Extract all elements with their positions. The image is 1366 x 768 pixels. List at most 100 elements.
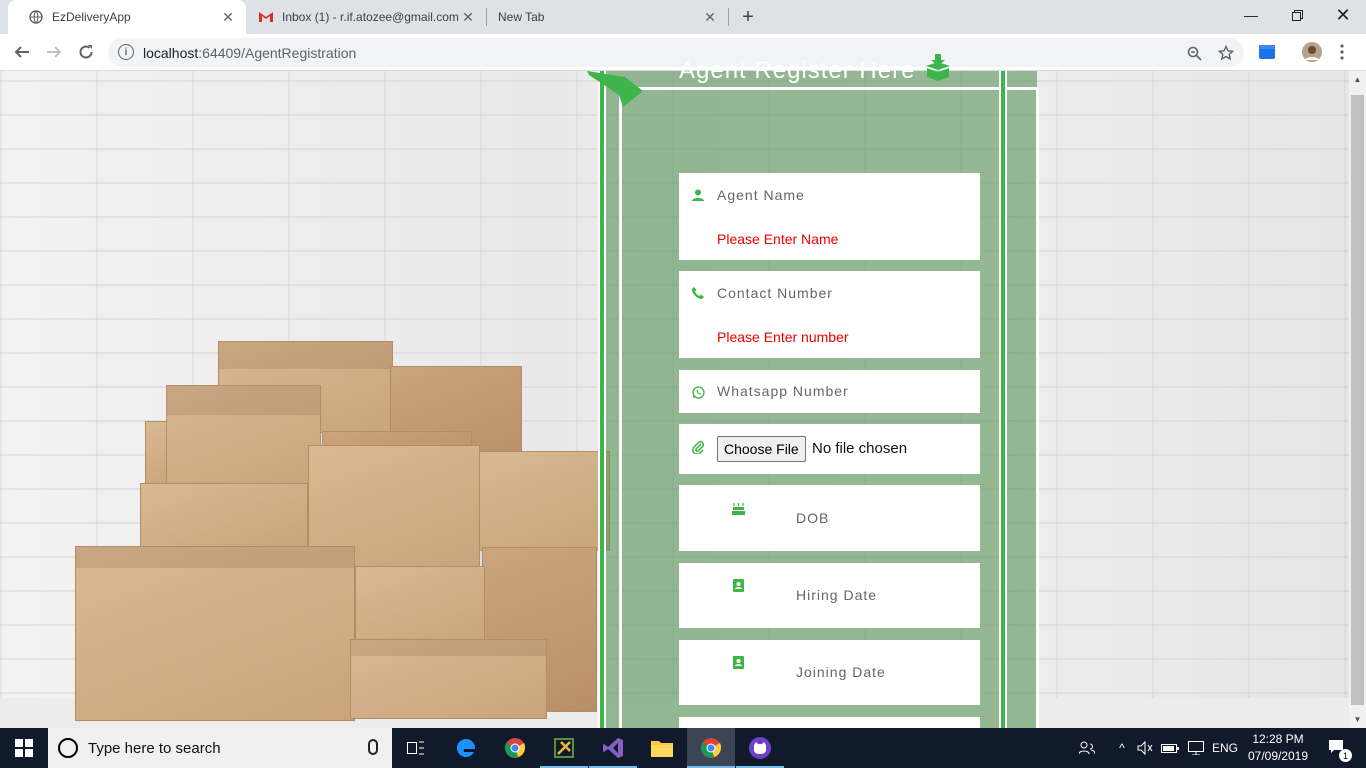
scrollbar-thumb[interactable]	[1351, 95, 1364, 705]
agent-name-field[interactable]: Agent Name Please Enter Name	[679, 173, 980, 260]
dob-field[interactable]: DOB	[679, 485, 980, 551]
bookmark-star-icon[interactable]	[1214, 41, 1238, 65]
tab-title: EzDeliveryApp	[52, 10, 131, 24]
file-status-text: No file chosen	[812, 440, 908, 457]
address-bar[interactable]: i localhost:64409/AgentRegistration	[108, 38, 1244, 67]
people-icon[interactable]	[1074, 728, 1100, 768]
tab-gmail-inbox[interactable]: Inbox (1) - r.if.atozee@gmail.com ✕	[246, 0, 486, 34]
paperclip-icon	[691, 440, 705, 454]
windows-logo-icon	[15, 739, 33, 757]
notification-count-badge: 1	[1339, 749, 1352, 762]
close-window-button[interactable]: ✕	[1320, 0, 1366, 30]
choose-file-button[interactable]: Choose File	[717, 436, 806, 462]
clock-time: 12:28 PM	[1252, 732, 1304, 746]
agent-name-placeholder: Agent Name	[717, 187, 805, 203]
whatsapp-number-field[interactable]: Whatsapp Number	[679, 370, 980, 413]
taskbar-tools-app[interactable]	[540, 728, 588, 768]
task-view-icon	[407, 741, 424, 755]
contact-number-error: Please Enter number	[717, 329, 849, 345]
profile-avatar[interactable]	[1300, 40, 1324, 64]
language-indicator[interactable]: ENG	[1210, 728, 1240, 768]
joining-date-placeholder: Joining Date	[796, 664, 886, 680]
hiring-date-placeholder: Hiring Date	[796, 587, 878, 603]
close-tab-icon[interactable]: ✕	[702, 9, 718, 25]
globe-icon	[28, 9, 44, 25]
url-path: :64409/AgentRegistration	[198, 45, 357, 61]
form-title: Agent Register Here	[679, 56, 916, 84]
agent-name-error: Please Enter Name	[717, 231, 839, 247]
folder-icon	[651, 741, 673, 757]
chevron-up-icon[interactable]: ^	[1112, 728, 1132, 768]
next-field-partial[interactable]	[679, 717, 980, 728]
windows-taskbar: Type here to search ^ ENG 12:28 PM 07/09…	[0, 728, 1366, 768]
whatsapp-icon	[691, 385, 705, 399]
zoom-icon[interactable]	[1182, 41, 1206, 65]
url-host: localhost	[143, 45, 199, 61]
taskbar-search-box[interactable]: Type here to search	[48, 728, 392, 768]
contact-number-placeholder: Contact Number	[717, 285, 833, 301]
tab-ezdeliveryapp[interactable]: EzDeliveryApp ✕	[8, 0, 246, 34]
whatsapp-number-placeholder: Whatsapp Number	[717, 383, 849, 399]
edge-icon	[456, 738, 476, 757]
forward-button[interactable]	[42, 40, 66, 64]
reload-button[interactable]	[74, 40, 98, 64]
taskbar-visual-studio[interactable]	[589, 728, 637, 768]
tab-strip: EzDeliveryApp ✕ Inbox (1) - r.if.atozee@…	[0, 0, 1366, 34]
scroll-down-arrow-icon[interactable]: ▼	[1352, 714, 1363, 725]
search-placeholder: Type here to search	[88, 740, 221, 757]
close-tab-icon[interactable]: ✕	[220, 9, 236, 25]
dob-placeholder: DOB	[796, 510, 830, 526]
info-icon[interactable]: i	[118, 44, 134, 60]
start-button[interactable]	[0, 728, 48, 768]
ribbon-flag-icon	[587, 71, 643, 107]
visual-studio-icon	[603, 738, 623, 758]
contact-card-icon	[731, 578, 745, 592]
panel-left-border	[598, 71, 606, 728]
birthday-cake-icon	[731, 501, 745, 515]
extension-icon[interactable]	[1255, 40, 1279, 64]
battery-icon[interactable]	[1158, 728, 1182, 768]
panel-right-border	[999, 71, 1007, 728]
url-text: localhost:64409/AgentRegistration	[143, 45, 356, 61]
page-scrollbar[interactable]: ▲ ▼	[1349, 71, 1366, 728]
open-box-icon	[925, 52, 951, 89]
taskbar-chrome[interactable]	[491, 728, 539, 768]
form-heading: Agent Register Here	[679, 52, 951, 89]
network-icon[interactable]	[1184, 728, 1208, 768]
file-upload-field[interactable]: Choose File No file chosen	[679, 424, 980, 474]
tab-title: New Tab	[498, 10, 545, 24]
chrome-icon	[700, 738, 722, 758]
back-button[interactable]	[10, 40, 34, 64]
taskbar-github-desktop[interactable]	[736, 728, 784, 768]
phone-icon	[691, 286, 705, 300]
gmail-icon	[258, 9, 274, 25]
tab-separator	[728, 8, 729, 26]
scroll-up-arrow-icon[interactable]: ▲	[1352, 74, 1363, 85]
action-center-button[interactable]: 1	[1318, 728, 1358, 768]
clock-date: 07/09/2019	[1247, 749, 1309, 763]
hiring-date-field[interactable]: Hiring Date	[679, 563, 980, 628]
cortana-icon	[58, 738, 78, 758]
taskbar-file-explorer[interactable]	[638, 728, 686, 768]
minimize-button[interactable]: —	[1228, 0, 1274, 30]
tab-title: Inbox (1) - r.if.atozee@gmail.com	[282, 10, 459, 24]
close-tab-icon[interactable]: ✕	[460, 9, 476, 25]
chrome-icon	[504, 738, 526, 758]
joining-date-field[interactable]: Joining Date	[679, 640, 980, 705]
new-tab-button[interactable]: +	[736, 5, 760, 29]
tab-separator	[486, 8, 487, 26]
system-clock[interactable]: 12:28 PM 07/09/2019	[1244, 731, 1312, 765]
taskbar-chrome-active[interactable]	[687, 728, 735, 768]
contact-number-field[interactable]: Contact Number Please Enter number	[679, 271, 980, 358]
restore-button[interactable]	[1274, 0, 1320, 30]
user-icon	[691, 188, 705, 202]
volume-muted-icon[interactable]	[1134, 728, 1156, 768]
page-viewport	[0, 71, 1349, 728]
microphone-icon[interactable]	[368, 739, 378, 755]
taskbar-edge[interactable]	[442, 728, 490, 768]
github-cat-icon	[749, 737, 771, 759]
tab-new-tab[interactable]: New Tab ✕	[488, 0, 728, 34]
task-view-button[interactable]	[392, 728, 440, 768]
contact-card-icon	[731, 655, 745, 669]
menu-kebab-icon[interactable]	[1330, 40, 1354, 64]
